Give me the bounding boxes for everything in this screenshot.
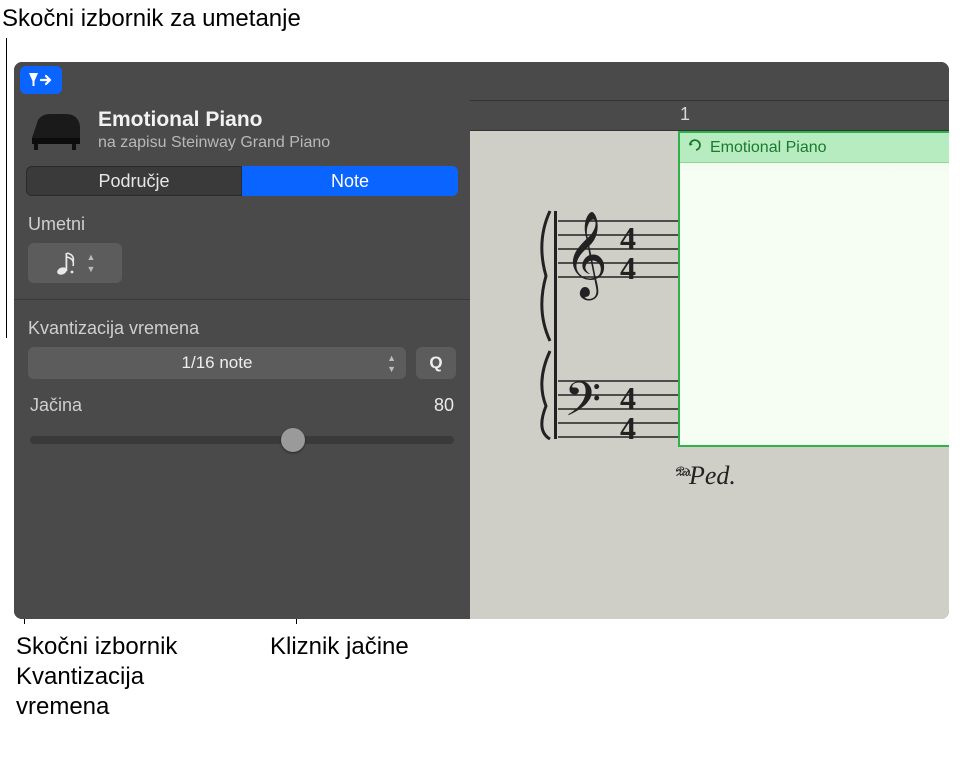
callout-strength-slider: Kliznik jačine — [270, 632, 409, 662]
region-title: Emotional Piano — [98, 108, 330, 132]
quantize-value: 1/16 note — [182, 353, 253, 373]
svg-text:4: 4 — [620, 250, 636, 286]
tab-notes[interactable]: Note — [242, 166, 458, 196]
strength-label: Jačina — [30, 395, 82, 416]
score-display[interactable]: 1 — [470, 100, 949, 619]
midi-region[interactable]: Emotional Piano — [678, 131, 949, 447]
time-quantize-popup[interactable]: 1/16 note ▲▼ — [28, 347, 406, 379]
track-thumbnail — [28, 108, 84, 152]
insert-stepper-icon: ▲▼ — [87, 252, 96, 274]
quantize-label: Kvantizacija vremena — [28, 318, 456, 339]
track-prefix: na zapisu — [98, 134, 167, 151]
callout-quantize-popup: Skočni izbornik Kvantizacija vremena — [16, 632, 177, 722]
region-header-title: Emotional Piano — [710, 139, 827, 157]
svg-text:𝄢: 𝄢 — [564, 373, 601, 438]
svg-text:4: 4 — [620, 410, 636, 441]
tab-region[interactable]: Područje — [26, 166, 242, 196]
bar-ruler[interactable]: 1 — [470, 101, 949, 131]
bar-number: 1 — [680, 104, 690, 125]
inspector-tabs: Područje Note — [26, 166, 458, 196]
chevron-updown-icon: ▲▼ — [387, 353, 396, 374]
strength-slider[interactable] — [30, 436, 454, 444]
top-toolbar — [14, 62, 949, 100]
slider-thumb[interactable] — [281, 428, 305, 452]
strength-value: 80 — [434, 395, 454, 416]
funnel-arrow-icon — [28, 71, 54, 89]
sixteenth-note-icon — [55, 250, 77, 276]
quantize-button[interactable]: Q — [416, 347, 456, 379]
editor-window: Emotional Piano na zapisu Steinway Grand… — [14, 62, 949, 619]
pedal-marking: 𝆮Ped. — [672, 461, 736, 492]
filter-button[interactable] — [20, 66, 62, 94]
callout-insert-popup: Skočni izbornik za umetanje — [2, 4, 301, 34]
track-name: Steinway Grand Piano — [171, 134, 330, 151]
svg-text:𝄞: 𝄞 — [564, 213, 608, 301]
insert-note-value-popup[interactable]: ▲▼ — [28, 243, 122, 283]
loop-icon — [688, 138, 704, 157]
insert-label: Umetni — [28, 214, 456, 235]
inspector-sidebar: Emotional Piano na zapisu Steinway Grand… — [14, 100, 470, 619]
